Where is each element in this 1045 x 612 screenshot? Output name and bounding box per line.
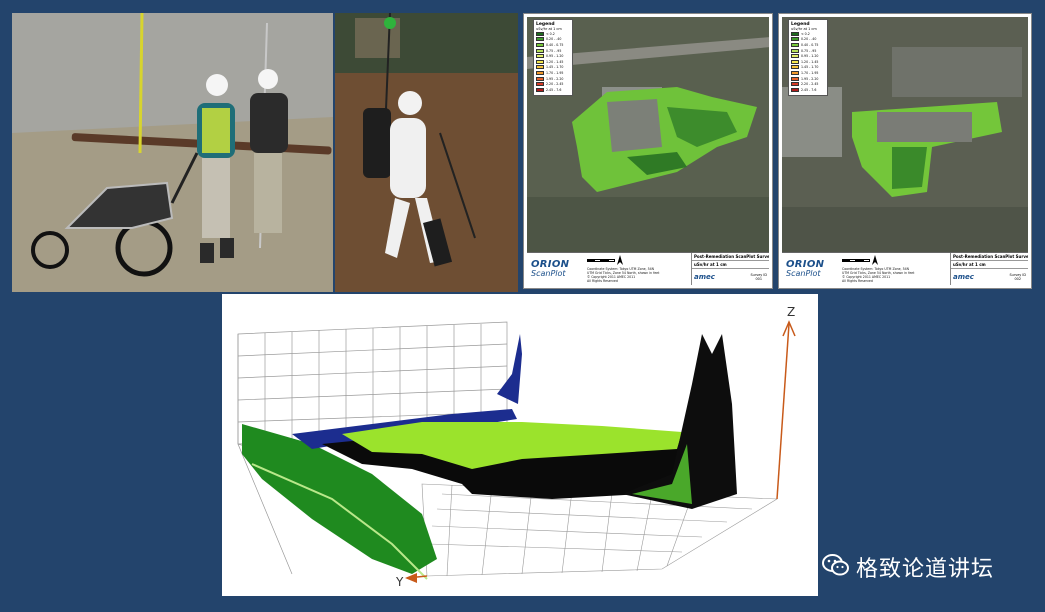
legend-label: 0.95 - 1.20	[546, 54, 564, 59]
legend-label: 1.70 - 1.95	[801, 70, 819, 75]
map-footer-1: ORION ScanPlot Coordinate System: Tokyo …	[527, 252, 769, 285]
legend-label: 1.95 - 2.20	[801, 76, 819, 81]
footer-notes: Coordinate System: Tokyo UTM Zone, 54N U…	[587, 267, 689, 283]
3d-point-cloud-plot: Z Y	[222, 294, 818, 596]
survey-title: Post-Remediation ScanPlot Survey	[951, 254, 1028, 261]
y-axis-arrow-icon	[405, 573, 417, 583]
z-axis	[776, 323, 790, 500]
watermark-text: 格致论道讲坛	[856, 557, 995, 582]
footer-title-block: Post-Remediation ScanPlot Survey uSv/hr …	[950, 253, 1028, 285]
scale-bar	[587, 255, 689, 265]
legend-swatch	[791, 70, 799, 75]
legend-label: 1.20 - 1.45	[546, 59, 564, 64]
legend-label: 0.20 - .40	[546, 37, 562, 42]
footer-notes-box: Coordinate System: Tokyo UTM Zone, 54N U…	[585, 253, 691, 285]
legend-swatch	[791, 82, 799, 87]
legend-rows: < 0.2 0.20 - .40 0.40 - 0.75 0.75 - .95 0.95…	[791, 31, 825, 93]
legend-label: 1.95 - 2.20	[546, 76, 564, 81]
legend-swatch	[536, 37, 544, 42]
legend-swatch	[791, 54, 799, 59]
legend-swatch	[791, 31, 799, 36]
survey-title: Post-Remediation ScanPlot Survey	[692, 254, 769, 261]
footer-notes: Coordinate System: Tokyo UTM Zone, 54N U…	[842, 267, 948, 283]
legend-swatch	[791, 87, 799, 92]
legend-label: 0.75 - .95	[801, 48, 817, 53]
map-legend-2: Legend uSv/hr at 1 cm < 0.2 0.20 - .40 0.4…	[788, 19, 828, 96]
legend-label: 0.40 - 0.75	[546, 42, 564, 47]
legend-label: 1.45 - 1.70	[801, 65, 819, 70]
legend-swatch	[536, 76, 544, 81]
legend-swatch	[791, 42, 799, 47]
legend-swatch	[536, 59, 544, 64]
3d-plot-svg: Z Y	[237, 305, 796, 589]
aerial-map-1: Legend uSv/hr at 1 cm < 0.2 0.20 - .40 0.4…	[527, 17, 769, 252]
map-legend-1: Legend uSv/hr at 1 cm < 0.2 0.20 - .40 0.4…	[533, 19, 573, 96]
scanplot-map-1: Legend uSv/hr at 1 cm < 0.2 0.20 - .40 0.4…	[523, 13, 773, 289]
legend-swatch	[536, 70, 544, 75]
legend-item: 2.45 - 7.6	[791, 87, 825, 93]
legend-swatch	[791, 65, 799, 70]
survey-id-value: 002	[1014, 277, 1021, 281]
aerial-map-2: Legend uSv/hr at 1 cm < 0.2 0.20 - .40 0.4…	[782, 17, 1028, 252]
scanplot-map-2: Legend uSv/hr at 1 cm < 0.2 0.20 - .40 0.4…	[778, 13, 1032, 289]
legend-label: < 0.2	[546, 31, 555, 36]
map-footer-2: ORION ScanPlot Coordinate System: Tokyo …	[782, 252, 1028, 285]
legend-label: 2.20 - 2.45	[546, 82, 564, 87]
photo-backpack-survey-image	[335, 13, 518, 292]
legend-swatch	[536, 65, 544, 70]
legend-label: 2.45 - 7.6	[546, 87, 562, 92]
orion-scanplot-logo: ORION ScanPlot	[527, 253, 585, 285]
y-axis-label: Y	[395, 575, 404, 589]
amec-logo: amec	[953, 273, 974, 281]
legend-label: 1.20 - 1.45	[801, 59, 819, 64]
legend-swatch	[536, 31, 544, 36]
legend-swatch	[536, 87, 544, 92]
footer-title-block: Post-Remediation ScanPlot Survey uSv/hr …	[691, 253, 769, 285]
legend-label: < 0.2	[801, 31, 810, 36]
legend-swatch	[536, 42, 544, 47]
legend-swatch	[791, 37, 799, 42]
legend-label: 2.20 - 2.45	[801, 82, 819, 87]
survey-id-value: 001	[755, 277, 762, 281]
legend-swatch	[791, 76, 799, 81]
footer-notes-box: Coordinate System: Tokyo UTM Zone, 54N U…	[840, 253, 950, 285]
legend-label: 0.75 - .95	[546, 48, 562, 53]
north-arrow-icon	[615, 255, 625, 265]
units-label: uSv/hr at 1 cm	[692, 261, 769, 269]
legend-label: 2.45 - 7.6	[801, 87, 817, 92]
scale-bar	[842, 255, 948, 265]
wechat-watermark: 格致论道讲坛	[822, 551, 994, 583]
survey-id: Survey ID 001	[751, 273, 767, 281]
legend-swatch	[791, 48, 799, 53]
legend-item: 2.45 - 7.6	[536, 87, 570, 93]
note-line: All Rights Reserved	[587, 279, 618, 283]
legend-swatch	[536, 54, 544, 59]
legend-label: 0.40 - 0.75	[801, 42, 819, 47]
brand-scanplot: ScanPlot	[531, 269, 566, 278]
brand-scanplot: ScanPlot	[786, 269, 821, 278]
legend-label: 0.95 - 1.20	[801, 54, 819, 59]
photo-cart-survey	[12, 13, 333, 292]
orion-scanplot-logo: ORION ScanPlot	[782, 253, 840, 285]
legend-label: 0.20 - .40	[801, 37, 817, 42]
legend-swatch	[536, 82, 544, 87]
photo-cart-survey-image	[12, 13, 333, 292]
legend-label: 1.70 - 1.95	[546, 70, 564, 75]
legend-rows: < 0.2 0.20 - .40 0.40 - 0.75 0.75 - .95 0.95…	[536, 31, 570, 93]
survey-id: Survey ID 002	[1010, 273, 1026, 281]
legend-swatch	[536, 48, 544, 53]
note-line: All Rights Reserved	[842, 279, 873, 283]
legend-swatch	[791, 59, 799, 64]
units-label: uSv/hr at 1 cm	[951, 261, 1028, 269]
north-arrow-icon	[870, 255, 880, 265]
wechat-icon	[822, 553, 850, 581]
z-axis-label: Z	[787, 305, 795, 319]
amec-logo: amec	[694, 273, 715, 281]
legend-label: 1.45 - 1.70	[546, 65, 564, 70]
photo-backpack-survey	[335, 13, 518, 292]
